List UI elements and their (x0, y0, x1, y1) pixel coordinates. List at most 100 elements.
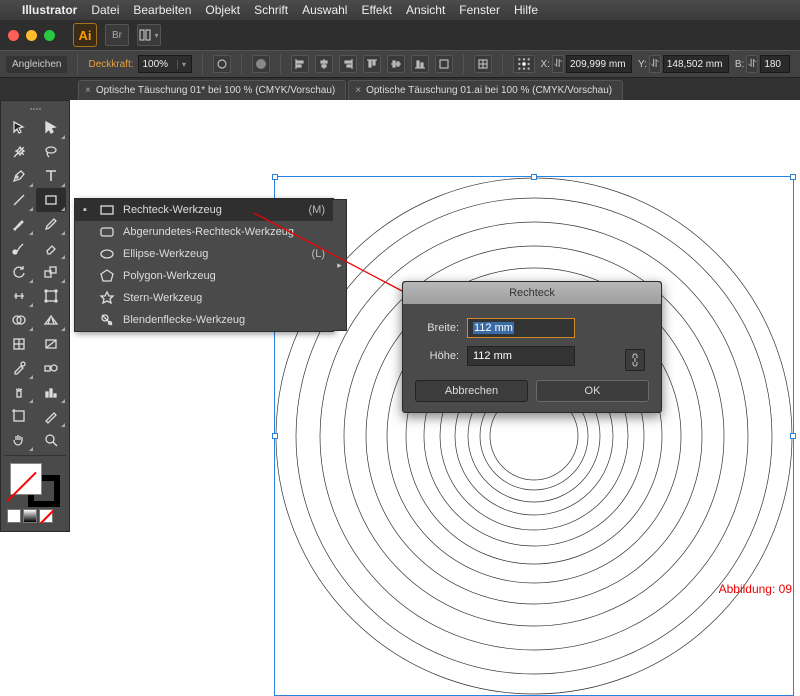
tab-0[interactable]: × Optische Täuschung 01* bei 100 % (CMYK… (78, 80, 346, 100)
slice-tool[interactable] (36, 404, 66, 428)
opacity-input[interactable] (139, 59, 177, 70)
magic-wand-tool[interactable] (4, 140, 34, 164)
selection-frame[interactable] (274, 176, 794, 696)
shape-tool-flyout: ▸ ▪ Rechteck-Werkzeug (M) Abgerundetes-R… (74, 198, 334, 332)
menu-objekt[interactable]: Objekt (205, 3, 240, 17)
rotate-tool[interactable] (4, 260, 34, 284)
column-graph-tool[interactable] (36, 380, 66, 404)
blend-tool[interactable] (36, 356, 66, 380)
free-transform-tool[interactable] (36, 284, 66, 308)
tab-close-icon[interactable]: × (355, 85, 361, 96)
link-dimensions (625, 349, 645, 395)
menu-datei[interactable]: Datei (91, 3, 119, 17)
b-input[interactable] (760, 55, 790, 73)
toolbox-handle[interactable] (4, 105, 66, 113)
tab-label: Optische Täuschung 01* bei 100 % (CMYK/V… (96, 85, 335, 96)
artboard-tool[interactable] (4, 404, 34, 428)
x-link-icon[interactable]: ⥯ (552, 55, 564, 73)
handle-top-left[interactable] (272, 174, 278, 180)
align-top-button[interactable] (363, 55, 381, 73)
line-tool[interactable] (4, 188, 34, 212)
menu-schrift[interactable]: Schrift (254, 3, 288, 17)
flyout-item-polygon[interactable]: Polygon-Werkzeug (75, 265, 333, 287)
scale-tool[interactable] (36, 260, 66, 284)
handle-mid-left[interactable] (272, 433, 278, 439)
recolor-button[interactable] (252, 55, 270, 73)
y-input[interactable] (663, 55, 729, 73)
menu-ansicht[interactable]: Ansicht (406, 3, 445, 17)
link-dimensions-button[interactable] (625, 349, 645, 371)
flyout-item-rounded-rect[interactable]: Abgerundetes-Rechteck-Werkzeug (75, 221, 333, 243)
window-zoom-button[interactable] (44, 30, 55, 41)
type-tool[interactable] (36, 164, 66, 188)
perspective-grid-tool[interactable] (36, 308, 66, 332)
eraser-tool[interactable] (36, 236, 66, 260)
fill-stroke-swatch[interactable] (10, 463, 60, 507)
menu-fenster[interactable]: Fenster (459, 3, 500, 17)
color-mode-icon[interactable] (7, 509, 21, 523)
style-button[interactable] (213, 55, 231, 73)
flyout-item-rectangle[interactable]: ▪ Rechteck-Werkzeug (M) (75, 199, 333, 221)
eyedropper-tool[interactable] (4, 356, 34, 380)
pen-tool[interactable] (4, 164, 34, 188)
align-right-button[interactable] (339, 55, 357, 73)
rectangle-tool[interactable] (36, 188, 66, 212)
bridge-button[interactable]: Br (105, 24, 129, 46)
width-input[interactable]: 112 mm (467, 318, 575, 338)
pencil-tool[interactable] (36, 212, 66, 236)
none-mode-icon[interactable] (39, 509, 53, 523)
blob-brush-tool[interactable] (4, 236, 34, 260)
selection-tool[interactable] (4, 116, 34, 140)
transform-button[interactable] (474, 55, 492, 73)
menu-hilfe[interactable]: Hilfe (514, 3, 538, 17)
bullet-icon: ▪ (83, 204, 91, 216)
window-minimize-button[interactable] (26, 30, 37, 41)
handle-top-right[interactable] (790, 174, 796, 180)
y-link-icon[interactable]: ⥯ (649, 55, 661, 73)
menu-effekt[interactable]: Effekt (361, 3, 391, 17)
mesh-tool[interactable] (4, 332, 34, 356)
handle-top-middle[interactable] (531, 174, 537, 180)
menu-app[interactable]: Illustrator (22, 3, 77, 17)
direct-selection-tool[interactable] (36, 116, 66, 140)
document-tabs: × Optische Täuschung 01* bei 100 % (CMYK… (0, 78, 800, 100)
menu-auswahl[interactable]: Auswahl (302, 3, 347, 17)
reference-point-selector[interactable] (513, 55, 535, 73)
align-left-button[interactable] (291, 55, 309, 73)
gradient-tool[interactable] (36, 332, 66, 356)
app-header: Ai Br (0, 20, 800, 50)
flyout-tearoff-handle[interactable]: ▸ (333, 199, 347, 331)
symbol-sprayer-tool[interactable] (4, 380, 34, 404)
hand-tool[interactable] (4, 428, 34, 452)
gradient-mode-icon[interactable] (23, 509, 37, 523)
align-bottom-button[interactable] (411, 55, 429, 73)
align-vcenter-button[interactable] (387, 55, 405, 73)
height-input[interactable] (467, 346, 575, 366)
rectangle-icon (99, 202, 115, 218)
flyout-item-star[interactable]: Stern-Werkzeug (75, 287, 333, 309)
align-to-dropdown[interactable] (435, 55, 453, 73)
b-link-icon[interactable]: ⥯ (746, 55, 758, 73)
flyout-item-ellipse[interactable]: Ellipse-Werkzeug (L) (75, 243, 333, 265)
opacity-field[interactable]: ▾ (138, 55, 192, 73)
dialog-title[interactable]: Rechteck (403, 282, 661, 304)
flyout-label: Polygon-Werkzeug (123, 270, 325, 282)
align-hcenter-button[interactable] (315, 55, 333, 73)
flyout-item-flare[interactable]: Blendenflecke-Werkzeug (75, 309, 333, 331)
fill-swatch[interactable] (10, 463, 42, 495)
opacity-dropdown-icon[interactable]: ▾ (177, 60, 191, 69)
illustrator-logo-icon: Ai (73, 23, 97, 47)
window-close-button[interactable] (8, 30, 19, 41)
tab-close-icon[interactable]: × (85, 85, 91, 96)
lasso-tool[interactable] (36, 140, 66, 164)
menu-bearbeiten[interactable]: Bearbeiten (133, 3, 191, 17)
cancel-button[interactable]: Abbrechen (415, 380, 528, 402)
handle-mid-right[interactable] (790, 433, 796, 439)
width-tool[interactable] (4, 284, 34, 308)
x-input[interactable] (566, 55, 632, 73)
zoom-tool[interactable] (36, 428, 66, 452)
arrange-docs-dropdown[interactable] (137, 24, 161, 46)
paintbrush-tool[interactable] (4, 212, 34, 236)
shape-builder-tool[interactable] (4, 308, 34, 332)
tab-1[interactable]: × Optische Täuschung 01.ai bei 100 % (CM… (348, 80, 623, 100)
